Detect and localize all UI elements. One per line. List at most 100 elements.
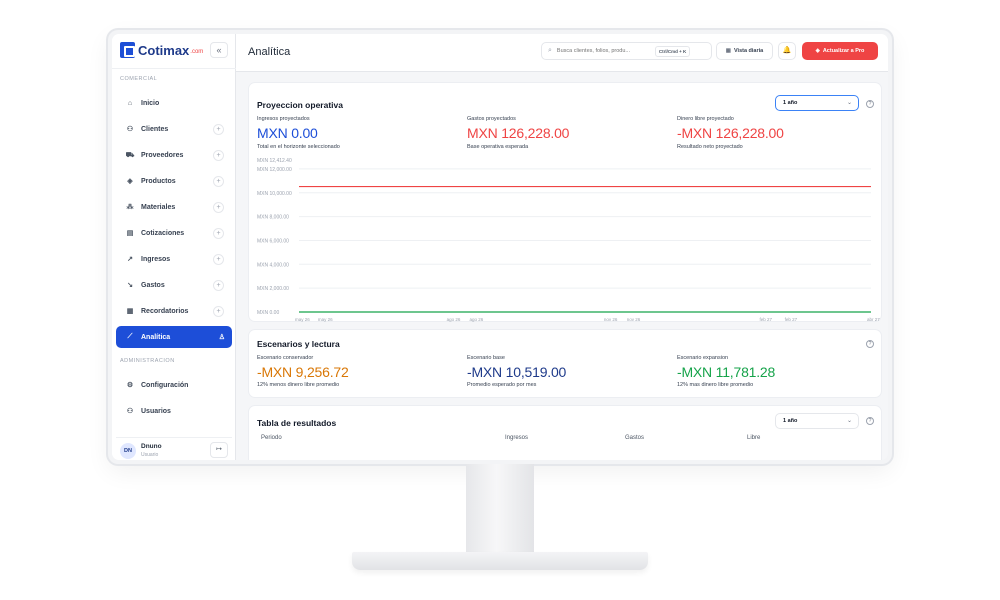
add-icon[interactable]: + xyxy=(213,149,224,161)
user-card[interactable]: DN Dnuno Usuario ↦ xyxy=(116,437,232,460)
sidebar-item-label: Gastos xyxy=(141,281,165,289)
sidebar-item-label: Productos xyxy=(141,177,176,185)
scenario-sub: Promedio esperado por mes xyxy=(467,382,537,388)
metric-label: Dinero libre proyectado xyxy=(677,116,734,122)
column-header: Gastos xyxy=(625,435,645,441)
sidebar-item-10[interactable]: ⟋ Analítica ♙ xyxy=(116,326,232,348)
box-icon: ◈ xyxy=(127,178,133,185)
sidebar-item-label: Configuración xyxy=(141,381,189,389)
tabla-range-select[interactable]: 1 año ⌄ xyxy=(775,413,859,429)
scenario-sub: 12% menos dinero libre promedio xyxy=(257,382,340,388)
scenario-sub: 12% mas dinero libre promedio xyxy=(677,382,754,388)
sidebar-item-5[interactable]: ⁂ Materiales + xyxy=(116,196,232,218)
scenario-value: -MXN 10,519.00 xyxy=(467,364,567,380)
sidebar-item-1[interactable]: ⌂ Inicio xyxy=(116,92,232,114)
proyeccion-title: Proyeccion operativa xyxy=(257,100,343,110)
sidebar-item-3[interactable]: ⛟ Proveedores + xyxy=(116,144,232,166)
x-tick-label: nov 26 xyxy=(627,317,641,322)
lab-icon: ♙ xyxy=(218,334,225,341)
sidebar-item-label: Ingresos xyxy=(141,255,171,263)
sidebar-item-label: Usuarios xyxy=(141,407,171,415)
vista-label: Vista diaria xyxy=(733,48,764,54)
x-tick-label: ago 26 xyxy=(469,317,483,322)
metric-value: MXN 0.00 xyxy=(257,125,318,141)
monitor-stand-base xyxy=(352,552,648,570)
upgrade-pro-button[interactable]: ◈ Actualizar a Pro xyxy=(802,42,878,60)
monitor-stand-neck xyxy=(466,464,534,554)
scenario-label: Escenario expansion xyxy=(677,355,729,361)
sidebar-item-label: Recordatorios xyxy=(141,307,189,315)
calendar-icon: ▦ xyxy=(126,308,134,315)
range-select[interactable]: 1 año ⌄ xyxy=(775,95,859,111)
metric-sub: Resultado neto proyectado xyxy=(677,144,743,150)
search-box[interactable]: ⌕ Ctrl/Cmd + K xyxy=(541,42,712,60)
section-label-admin: ADMINISTRACION xyxy=(120,358,175,364)
calendar-icon: ▦ xyxy=(725,48,731,54)
add-icon[interactable]: + xyxy=(213,123,224,135)
section-label-comercial: COMERCIAL xyxy=(120,76,158,82)
x-tick-label: abr 27 xyxy=(867,317,880,322)
help-icon[interactable]: ? xyxy=(866,417,874,425)
x-tick-label: nov 26 xyxy=(604,317,618,322)
add-icon[interactable]: + xyxy=(213,253,224,265)
sidebar-admin-item-1[interactable]: ⚙ Configuración xyxy=(116,374,232,396)
range-value: 1 año xyxy=(783,100,798,106)
sidebar-admin-item-2[interactable]: ⚇ Usuarios xyxy=(116,400,232,422)
tabla-card: Tabla de resultados 1 año ⌄ ? Periodo Ing… xyxy=(248,405,882,460)
x-tick-label: may 26 xyxy=(295,317,310,322)
metric-sub: Total en el horizonte seleccionado xyxy=(257,144,340,150)
bell-icon[interactable]: 🔔 xyxy=(778,42,796,60)
sidebar-item-label: Materiales xyxy=(141,203,176,211)
sidebar-item-label: Proveedores xyxy=(141,151,184,159)
range-value: 1 año xyxy=(783,418,798,424)
scenario-label: Escenario conservador xyxy=(257,355,314,361)
topbar: Analítica ⌕ Ctrl/Cmd + K ▦ Vista diaria … xyxy=(236,34,888,72)
trend-down-icon: ↘ xyxy=(127,282,133,289)
escenarios-title: Escenarios y lectura xyxy=(257,339,340,349)
scenario-value: -MXN 9,256.72 xyxy=(257,364,349,380)
search-input[interactable] xyxy=(556,48,655,54)
proyeccion-card: Proyeccion operativa 1 año ⌄ ? Ingresos … xyxy=(248,82,882,322)
y-tick-label: MXN 8,000.00 xyxy=(257,215,289,221)
users-icon: ⚇ xyxy=(126,126,134,133)
add-icon[interactable]: + xyxy=(213,227,224,239)
sidebar-item-label: Inicio xyxy=(141,99,160,107)
column-header: Periodo xyxy=(261,435,282,441)
x-tick-label: feb 27 xyxy=(785,317,798,322)
sidebar-item-9[interactable]: ▦ Recordatorios + xyxy=(116,300,232,322)
sidebar-item-4[interactable]: ◈ Productos + xyxy=(116,170,232,192)
chevron-down-icon: ⌄ xyxy=(846,100,852,106)
vista-diaria-button[interactable]: ▦ Vista diaria xyxy=(716,42,773,60)
trend-up-icon: ↗ xyxy=(127,256,133,263)
help-icon[interactable]: ? xyxy=(866,340,874,348)
add-icon[interactable]: + xyxy=(213,305,224,317)
y-tick-label: MXN 4,000.00 xyxy=(257,262,289,268)
help-icon[interactable]: ? xyxy=(866,100,874,108)
add-icon[interactable]: + xyxy=(213,175,224,187)
add-icon[interactable]: + xyxy=(213,279,224,291)
sidebar-item-label: Cotizaciones xyxy=(141,229,185,237)
user-name: Dnuno xyxy=(141,442,162,450)
document-icon: ▤ xyxy=(126,230,134,237)
logout-icon[interactable]: ↦ xyxy=(210,442,228,458)
sidebar-item-6[interactable]: ▤ Cotizaciones + xyxy=(116,222,232,244)
brand[interactable]: Cotimax .com xyxy=(120,42,203,58)
x-tick-label: may 26 xyxy=(318,317,333,322)
truck-icon: ⛟ xyxy=(125,151,135,159)
y-tick-label: MXN 2,000.00 xyxy=(257,286,289,292)
monitor-frame: Cotimax .com « COMERCIAL ⌂ Inicio ⚇ Cliente… xyxy=(108,30,892,464)
y-tick-label: MXN 6,000.00 xyxy=(257,238,289,244)
collapse-sidebar-button[interactable]: « xyxy=(210,42,228,58)
sidebar: Cotimax .com « COMERCIAL ⌂ Inicio ⚇ Cliente… xyxy=(112,34,236,460)
projection-chart: MXN 0.00 MXN 2,000.00 MXN 4,000.00 MXN 6,00… xyxy=(257,158,880,322)
sidebar-item-8[interactable]: ↘ Gastos + xyxy=(116,274,232,296)
add-icon[interactable]: + xyxy=(213,201,224,213)
y-tick-label: MXN 0.00 xyxy=(257,310,279,316)
page-title: Analítica xyxy=(248,46,291,58)
metric-sub: Base operativa esperada xyxy=(467,144,529,150)
sidebar-item-2[interactable]: ⚇ Clientes + xyxy=(116,118,232,140)
tabla-title: Tabla de resultados xyxy=(257,418,337,428)
metric-value: -MXN 126,228.00 xyxy=(677,125,784,141)
sidebar-item-7[interactable]: ↗ Ingresos + xyxy=(116,248,232,270)
logo-icon xyxy=(120,42,135,58)
